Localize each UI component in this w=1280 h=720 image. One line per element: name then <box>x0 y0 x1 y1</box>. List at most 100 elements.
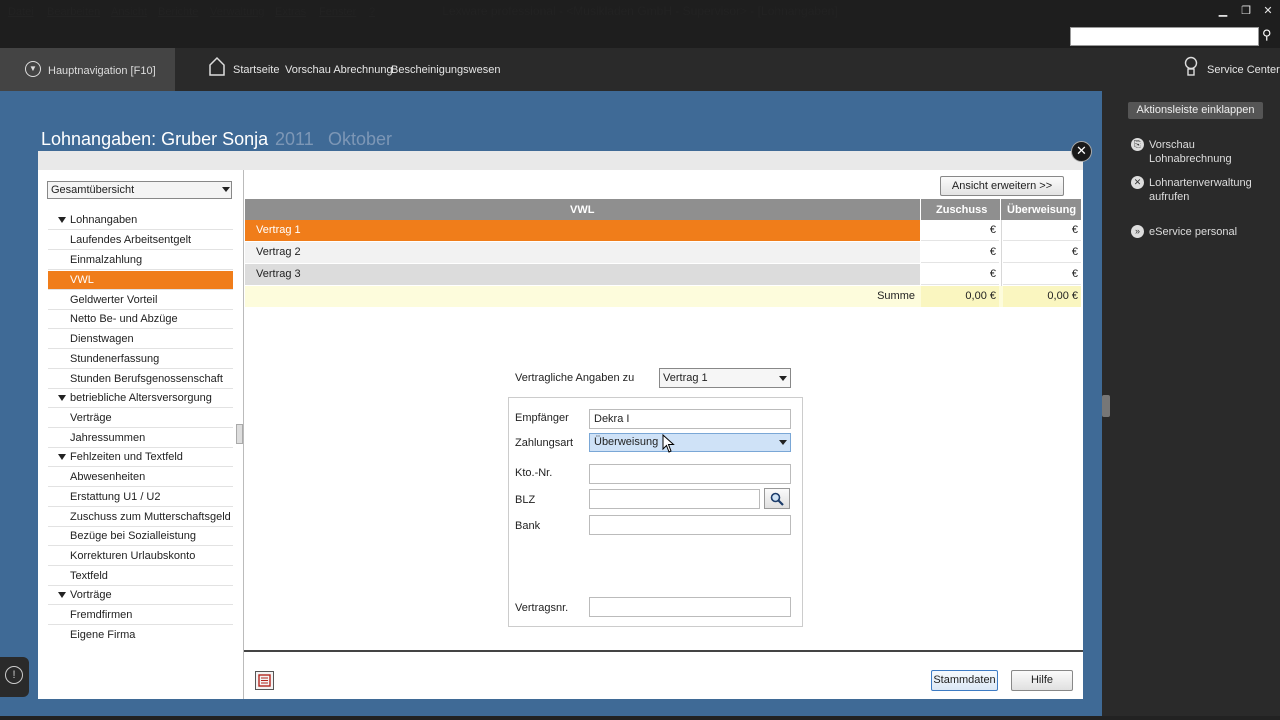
service-center-link[interactable]: Service Center <box>1207 64 1280 76</box>
table-row-vertrag-3[interactable]: Vertrag 3 <box>245 264 920 285</box>
column-divider <box>920 199 921 220</box>
table-cell-ueberweisung[interactable]: € <box>1003 220 1081 241</box>
sidebar-item-eigene-firma[interactable]: Eigene Firma <box>48 626 233 645</box>
sidebar-group-fehlzeiten[interactable]: Fehlzeiten und Textfeld <box>48 448 233 467</box>
table-cell-zuschuss[interactable]: € <box>921 264 999 285</box>
panel-resize-handle[interactable] <box>1102 395 1110 417</box>
sidebar-item-stundenerfassung[interactable]: Stundenerfassung <box>48 350 233 369</box>
master-data-button[interactable]: Stammdaten <box>931 670 998 691</box>
menu-verwaltung[interactable]: Verwaltung <box>210 6 264 18</box>
table-row-vertrag-1[interactable]: Vertrag 1 <box>245 220 920 241</box>
sidebar-item-stunden-bg[interactable]: Stunden Berufsgenossenschaft <box>48 370 233 389</box>
sidebar-item-label: Bezüge bei Sozialleistung <box>70 530 196 542</box>
nav-link-bescheinigungswesen[interactable]: Bescheinigungswesen <box>391 64 500 76</box>
expand-view-button[interactable]: Ansicht erweitern >> <box>940 176 1064 196</box>
table-cell-zuschuss[interactable]: € <box>921 242 999 263</box>
sidebar-item-label: Geldwerter Vorteil <box>70 294 158 306</box>
close-icon[interactable]: ✕ <box>1071 141 1092 162</box>
contract-details-box <box>508 397 803 627</box>
sidebar-item-jahressummen[interactable]: Jahressummen <box>48 429 233 448</box>
menu-ansicht[interactable]: Ansicht <box>111 6 147 18</box>
help-button[interactable]: Hilfe <box>1011 670 1073 691</box>
action-vorschau-line2[interactable]: Lohnabrechnung <box>1149 153 1232 166</box>
contract-select[interactable]: Vertrag 1 <box>659 368 791 388</box>
action-eservice[interactable]: eService personal <box>1149 226 1237 239</box>
menu-datei[interactable]: Datei <box>8 6 34 18</box>
chevron-down-icon <box>779 376 787 381</box>
sidebar-item-urlaubskonto[interactable]: Korrekturen Urlaubskonto <box>48 547 233 566</box>
collapse-action-bar-button[interactable]: Aktionsleiste einklappen <box>1128 102 1263 119</box>
sidebar-group-altersversorgung[interactable]: betriebliche Altersversorgung <box>48 389 233 408</box>
column-header-vwl: VWL <box>570 204 595 216</box>
sidebar-item-einmalzahlung[interactable]: Einmalzahlung <box>48 251 233 270</box>
bank-label: Bank <box>515 520 541 532</box>
chevron-down-icon: ▼ <box>25 61 41 77</box>
sidebar-item-label: Abwesenheiten <box>70 471 146 483</box>
sidebar-item-sozialleistung[interactable]: Bezüge bei Sozialleistung <box>48 527 233 546</box>
sidebar-item-dienstwagen[interactable]: Dienstwagen <box>48 330 233 349</box>
table-row-vertrag-2[interactable]: Vertrag 2 <box>245 242 920 263</box>
bank-code-field[interactable] <box>589 489 760 509</box>
table-cell-zuschuss[interactable]: € <box>921 220 999 241</box>
main-window-strip <box>38 151 1083 170</box>
sidebar-item-label: Netto Be- und Abzüge <box>70 313 178 325</box>
sidebar-item-label: Erstattung U1 / U2 <box>70 491 161 503</box>
expand-triangle-icon <box>58 217 66 223</box>
table-cell-ueberweisung[interactable]: € <box>1003 264 1081 285</box>
bank-search-button[interactable] <box>764 488 790 509</box>
overview-select[interactable]: Gesamtübersicht <box>47 181 232 199</box>
nav-link-startseite[interactable]: Startseite <box>233 64 279 76</box>
sidebar-item-netto-be-abzuege[interactable]: Netto Be- und Abzüge <box>48 310 233 329</box>
menu-extras[interactable]: Extras <box>275 6 306 18</box>
contract-number-field[interactable] <box>589 597 791 617</box>
sidebar-item-textfeld[interactable]: Textfeld <box>48 567 233 586</box>
sum-ueberweisung: 0,00 € <box>1003 286 1081 307</box>
bank-field[interactable] <box>589 515 791 535</box>
sidebar-group-vortraege[interactable]: Vorträge <box>48 586 233 605</box>
menu-fenster[interactable]: Fenster <box>319 6 356 18</box>
info-icon[interactable]: ! <box>5 666 23 684</box>
menu-bearbeiten[interactable]: Bearbeiten <box>47 6 100 18</box>
sum-label: Summe <box>877 290 915 302</box>
mouse-cursor-icon <box>662 434 675 453</box>
payment-type-select[interactable]: Überweisung <box>589 433 791 452</box>
account-number-label: Kto.-Nr. <box>515 467 553 479</box>
sidebar-item-vertraege[interactable]: Verträge <box>48 409 233 428</box>
sidebar-item-label: Textfeld <box>70 570 108 582</box>
action-lohnarten-line1[interactable]: Lohnartenverwaltung <box>1149 177 1252 190</box>
action-lohnarten-line2[interactable]: aufrufen <box>1149 191 1189 204</box>
close-window-button[interactable]: ✕ <box>1259 3 1277 19</box>
table-cell-ueberweisung[interactable]: € <box>1003 242 1081 263</box>
sidebar-item-erstattung[interactable]: Erstattung U1 / U2 <box>48 488 233 507</box>
sidebar-item-geldwerter-vorteil[interactable]: Geldwerter Vorteil <box>48 291 233 310</box>
search-input[interactable] <box>1070 27 1259 46</box>
sidebar-item-fremdfirmen[interactable]: Fremdfirmen <box>48 606 233 625</box>
menu-berichte[interactable]: Berichte <box>158 6 198 18</box>
sidebar-item-abwesenheiten[interactable]: Abwesenheiten <box>48 468 233 487</box>
recipient-label: Empfänger <box>515 412 569 424</box>
chevron-down-icon <box>222 187 230 192</box>
restore-button[interactable]: ❐ <box>1237 3 1255 19</box>
sidebar-splitter[interactable] <box>236 424 243 444</box>
lightbulb-icon[interactable] <box>1183 56 1199 78</box>
sidebar-item-label: Stunden Berufsgenossenschaft <box>70 373 223 385</box>
sidebar-group-lohnangaben[interactable]: Lohnangaben <box>48 211 233 230</box>
action-vorschau-line1[interactable]: Vorschau <box>1149 139 1195 152</box>
column-divider <box>1001 220 1002 286</box>
divider <box>244 650 1083 652</box>
nav-link-vorschau[interactable]: Vorschau Abrechnung <box>285 64 393 76</box>
minimize-button[interactable]: ▁ <box>1214 3 1232 19</box>
page-month: Oktober <box>328 129 393 149</box>
sidebar-item-label: Zuschuss zum Mutterschaftsgeld <box>70 511 231 523</box>
recipient-field[interactable]: Dekra I <box>589 409 791 429</box>
home-icon[interactable] <box>208 56 226 76</box>
document-icon: ⎘ <box>1131 138 1144 151</box>
menu-help[interactable]: ? <box>369 6 375 18</box>
report-icon[interactable] <box>255 671 274 690</box>
account-number-field[interactable] <box>589 464 791 484</box>
sidebar-item-mutterschaftsgeld[interactable]: Zuschuss zum Mutterschaftsgeld <box>48 508 233 527</box>
sidebar-item-laufendes-arbeitsentgelt[interactable]: Laufendes Arbeitsentgelt <box>48 231 233 250</box>
sidebar-item-vwl[interactable]: VWL <box>48 271 233 290</box>
expand-triangle-icon <box>58 395 66 401</box>
search-icon[interactable]: ⚲ <box>1262 27 1272 43</box>
